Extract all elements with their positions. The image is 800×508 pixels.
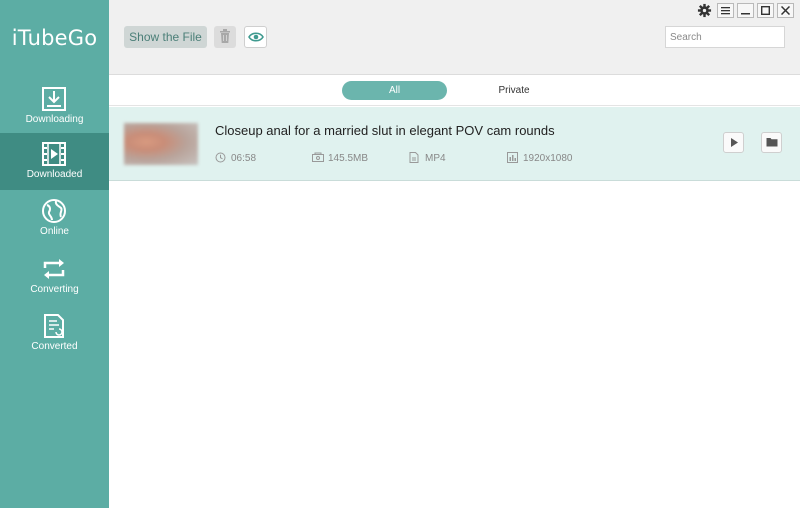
sidebar-item-converted[interactable]: Converted [0,305,109,362]
sidebar-item-online[interactable]: Online [0,190,109,247]
close-button[interactable] [777,3,794,18]
converted-file-icon [40,312,68,340]
minimize-icon [741,13,750,15]
settings-button[interactable] [697,3,712,18]
close-icon [781,6,790,15]
video-thumbnail [124,123,198,165]
sidebar-item-converting[interactable]: Converting [0,248,109,305]
film-icon [40,140,68,168]
sidebar-item-downloaded[interactable]: Downloaded [0,133,109,190]
sidebar-item-label: Downloaded [26,169,83,180]
sidebar-item-label: Online [40,226,69,237]
toolbar: Show the File [109,0,800,75]
folder-icon [766,138,777,147]
convert-icon [40,255,68,283]
size-text: 145.5MB [328,153,369,164]
minimize-button[interactable] [737,3,754,18]
tab-private[interactable]: Private [474,81,554,100]
sidebar: iTubeGo Downloading Downloaded Online Co… [0,0,109,508]
download-icon [40,85,68,113]
storage-icon [312,152,324,162]
sidebar-item-label: Converting [30,284,79,295]
sidebar-item-label: Downloading [25,114,84,125]
sidebar-item-downloading[interactable]: Downloading [0,78,109,135]
filter-tabs: All Private [109,76,800,106]
file-icon [409,152,419,163]
duration-text: 06:58 [231,153,257,164]
delete-button[interactable] [214,26,236,48]
play-icon [730,138,738,147]
trash-icon [220,29,230,43]
globe-icon [40,197,68,225]
list-item[interactable]: Closeup anal for a married slut in elega… [109,107,800,181]
show-file-button[interactable]: Show the File [124,26,207,48]
search-input[interactable] [665,26,785,48]
menu-button[interactable] [717,3,734,18]
tab-all[interactable]: All [342,81,447,100]
open-folder-button[interactable] [761,132,782,153]
maximize-button[interactable] [757,3,774,18]
eye-icon [247,32,264,42]
format-text: MP4 [425,153,446,164]
maximize-icon [761,6,770,15]
menu-icon [721,7,730,15]
resolution-text: 1920x1080 [523,153,573,164]
play-button[interactable] [723,132,744,153]
app-logo: iTubeGo [11,26,98,50]
sidebar-item-label: Converted [31,341,78,352]
resolution-icon [507,152,518,163]
video-title: Closeup anal for a married slut in elega… [215,123,555,138]
clock-icon [215,152,226,163]
private-view-button[interactable] [244,26,267,48]
gear-icon [697,3,712,18]
